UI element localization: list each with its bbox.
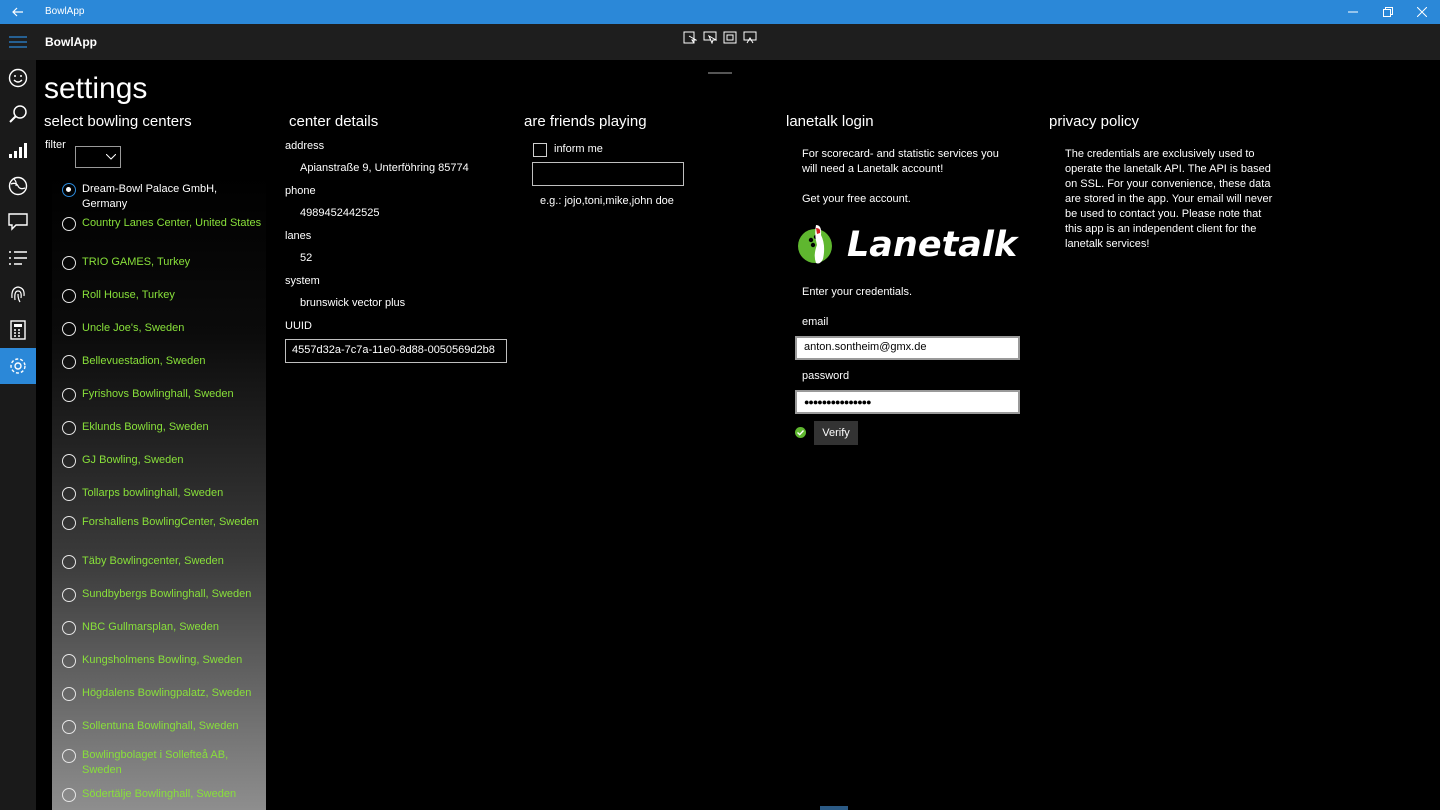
fingerprint-icon[interactable] [0,276,36,312]
center-radio[interactable] [62,355,76,369]
center-radio[interactable] [62,421,76,435]
center-label: Kungsholmens Bowling, Sweden [82,654,243,666]
system-value: brunswick vector plus [300,297,406,309]
center-label: Sundbybergs Bowlinghall, Sweden [82,588,252,600]
center-label: Fyrishovs Bowlinghall, Sweden [82,388,234,400]
inform-me-label: inform me [554,143,603,155]
center-label: Bellevuestadion, Sweden [82,355,206,367]
center-radio[interactable] [62,621,76,635]
phone-value: 4989452442525 [300,207,380,219]
page-title: settings [44,72,148,105]
verified-check-icon [795,427,806,438]
search-icon[interactable] [0,96,36,132]
globe-icon[interactable] [0,168,36,204]
center-radio[interactable] [62,183,76,197]
toolbar [682,30,758,44]
tool-4-icon[interactable] [742,30,758,44]
chat-icon[interactable] [0,204,36,240]
center-label: Eklunds Bowling, Sweden [82,421,209,433]
email-label: email [802,316,829,328]
window-titlebar: BowlApp [0,0,1440,24]
svg-text:Lanetalk: Lanetalk [847,225,1020,265]
lanes-value: 52 [300,252,313,264]
credentials-prompt: Enter your credentials. [802,286,913,298]
lanetalk-title: lanetalk login [786,113,874,130]
center-label: Uncle Joe's, Sweden [82,322,185,334]
calculator-icon[interactable] [0,312,36,348]
center-radio[interactable] [62,555,76,569]
privacy-text: The credentials are exclusively used to … [1065,148,1273,250]
window-title: BowlApp [45,6,85,17]
details-title: center details [289,113,379,130]
center-radio[interactable] [62,749,76,763]
settings-icon[interactable] [0,348,36,384]
center-radio[interactable] [62,289,76,303]
inform-me-checkbox[interactable] [533,143,547,157]
smiley-icon[interactable] [0,60,36,96]
free-account-text: Get your free account. [802,193,911,205]
tool-1-icon[interactable] [682,30,698,44]
address-label: address [285,140,325,152]
filter-dropdown[interactable] [75,146,121,168]
system-label: system [285,275,320,287]
lanetalk-intro: For scorecard- and statistic services yo… [802,148,999,175]
password-label: password [802,370,850,382]
center-label: Södertälje Bowlinghall, Sweden [82,788,237,800]
center-radio[interactable] [62,588,76,602]
uuid-field[interactable]: 4557d32a-7c7a-11e0-8d88-0050569d2b8 [285,339,507,363]
email-field[interactable]: anton.sontheim@gmx.de [795,336,1020,360]
toolbar-indicator [708,72,732,74]
center-label: Forshallens BowlingCenter, Sweden [82,516,259,528]
address-value: Apianstraße 9, Unterföhring 85774 [300,162,469,174]
phone-label: phone [285,185,316,197]
friends-input[interactable] [532,162,684,186]
minimize-icon[interactable] [1336,0,1370,24]
center-label: GJ Bowling, Sweden [82,454,184,466]
list-icon[interactable] [0,240,36,276]
tool-2-icon[interactable] [702,30,718,44]
app-header: BowlApp [0,24,1440,74]
lanetalk-logo[interactable]: Lanetalk [795,217,1021,272]
center-label: TRIO GAMES, Turkey [82,256,191,268]
friends-hint: e.g.: jojo,toni,mike,john doe [540,195,674,207]
center-radio[interactable] [62,217,76,231]
center-radio[interactable] [62,454,76,468]
center-radio[interactable] [62,516,76,530]
verify-button[interactable]: Verify [814,421,858,445]
center-radio[interactable] [62,322,76,336]
center-label: Dream-Bowl Palace GmbH, Germany [82,183,218,210]
sidebar [0,24,36,810]
password-field[interactable]: ●●●●●●●●●●●●●●● [795,390,1020,414]
tool-3-icon[interactable] [722,30,738,44]
center-radio[interactable] [62,388,76,402]
center-radio[interactable] [62,487,76,501]
center-label: Tollarps bowlinghall, Sweden [82,487,224,499]
center-label: Country Lanes Center, United States [82,217,262,229]
center-radio[interactable] [62,687,76,701]
scroll-indicator [820,806,848,810]
center-label: Roll House, Turkey [82,289,175,301]
center-label: Bowlingbolaget i Sollefteå AB, Sweden [82,749,229,776]
friends-title: are friends playing [524,113,647,130]
center-label: Sollentuna Bowlinghall, Sweden [82,720,239,732]
center-label: Högdalens Bowlingpalatz, Sweden [82,687,252,699]
statistics-icon[interactable] [0,132,36,168]
restore-icon[interactable] [1371,0,1405,24]
center-label: Täby Bowlingcenter, Sweden [82,555,224,567]
center-radio[interactable] [62,720,76,734]
centers-title: select bowling centers [44,113,192,130]
uuid-label: UUID [285,320,312,332]
filter-label: filter [45,139,66,151]
hamburger-menu-icon[interactable] [0,24,36,60]
close-icon[interactable] [1405,0,1439,24]
app-name: BowlApp [45,35,97,49]
center-radio[interactable] [62,256,76,270]
back-arrow-icon[interactable] [0,0,36,24]
center-radio[interactable] [62,654,76,668]
privacy-title: privacy policy [1049,113,1140,130]
center-label: NBC Gullmarsplan, Sweden [82,621,219,633]
chevron-down-icon [106,154,116,160]
lanes-label: lanes [285,230,312,242]
center-radio[interactable] [62,788,76,802]
